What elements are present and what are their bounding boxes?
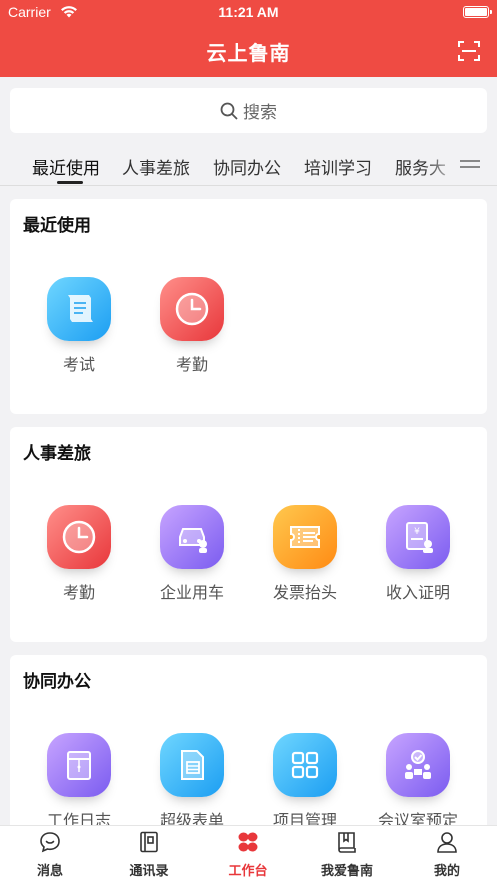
tabbar-label: 消息 [36,864,63,879]
book-icon [338,832,356,853]
tab-collaboration[interactable]: 协同办公 [213,154,281,179]
project-grid-icon [273,733,337,797]
workbench-icon [238,832,258,852]
scan-icon[interactable] [458,40,480,62]
svg-text:¥: ¥ [414,527,420,537]
status-bar: Carrier 11:21 AM [0,4,497,22]
section-title: 协同办公 [23,672,91,692]
tab-fade [425,148,460,184]
clock-icon [47,505,111,569]
app-label: 考试 [62,355,95,374]
tabbar-label: 工作台 [228,864,268,879]
app-company-car[interactable]: 企业用车 [142,505,242,603]
category-tabs: 最近使用 人事差旅 协同办公 培训学习 服务大 [0,148,497,186]
section-hr-travel: 人事差旅 考勤 企业用车 发票抬头 ¥ 收入证明 [10,427,487,642]
tabbar-item-workbench[interactable]: 工作台 [203,830,293,879]
tabbar-item-messages[interactable]: 消息 [5,830,95,879]
app-super-form[interactable]: 超级表单 [142,733,242,831]
section-recent: 最近使用 考试 考勤 [10,199,487,414]
tab-training[interactable]: 培训学习 [304,154,372,179]
app-meeting-room[interactable]: 会议室预定 [368,733,468,831]
form-icon [160,733,224,797]
income-proof-icon: ¥ [386,505,450,569]
tabbar-item-love-lunan[interactable]: 我爱鲁南 [302,830,392,879]
section-collaboration: 协同办公 工作日志 超级表单 项目管理 会议室预定 [10,655,487,835]
user-icon [437,832,457,853]
exam-icon [47,277,111,341]
active-tab-indicator [57,181,83,184]
app-income-proof[interactable]: ¥ 收入证明 [368,505,468,603]
section-title: 人事差旅 [23,444,91,464]
tabbar-item-contacts[interactable]: 通讯录 [104,830,194,879]
app-label: 收入证明 [385,583,450,602]
tabbar-label: 我的 [433,864,460,879]
tab-recent[interactable]: 最近使用 [32,154,100,179]
section-title: 最近使用 [23,216,91,236]
status-time: 11:21 AM [218,4,279,20]
tab-hr-travel[interactable]: 人事差旅 [122,154,190,179]
app-attendance[interactable]: 考勤 [142,277,242,375]
contacts-icon [140,831,158,853]
page-title: 云上鲁南 [206,41,291,65]
app-label: 企业用车 [159,583,224,602]
tabbar-label: 通讯录 [129,864,169,879]
work-log-icon [47,733,111,797]
car-icon [160,505,224,569]
app-invoice-header[interactable]: 发票抬头 [255,505,355,603]
app-label: 考勤 [175,355,208,374]
tab-menu-icon[interactable] [460,160,480,172]
meeting-room-icon [386,733,450,797]
bottom-tab-bar: 消息 通讯录 工作台 我爱鲁南 我的 [0,825,497,883]
search-icon [220,102,238,120]
search-bar[interactable]: 搜索 [10,88,487,133]
app-label: 发票抬头 [272,583,337,602]
header-bar: Carrier 11:21 AM 云上鲁南 [0,0,497,77]
app-exam[interactable]: 考试 [29,277,129,375]
message-icon [40,832,60,853]
app-work-log[interactable]: 工作日志 [29,733,129,831]
app-project-management[interactable]: 项目管理 [255,733,355,831]
tabbar-label: 我爱鲁南 [320,864,373,879]
app-attendance-hr[interactable]: 考勤 [29,505,129,603]
battery-icon [463,6,492,18]
search-placeholder: 搜索 [243,103,277,123]
clock-icon [160,277,224,341]
invoice-icon [273,505,337,569]
tabbar-item-profile[interactable]: 我的 [402,830,492,879]
app-label: 考勤 [62,583,95,602]
